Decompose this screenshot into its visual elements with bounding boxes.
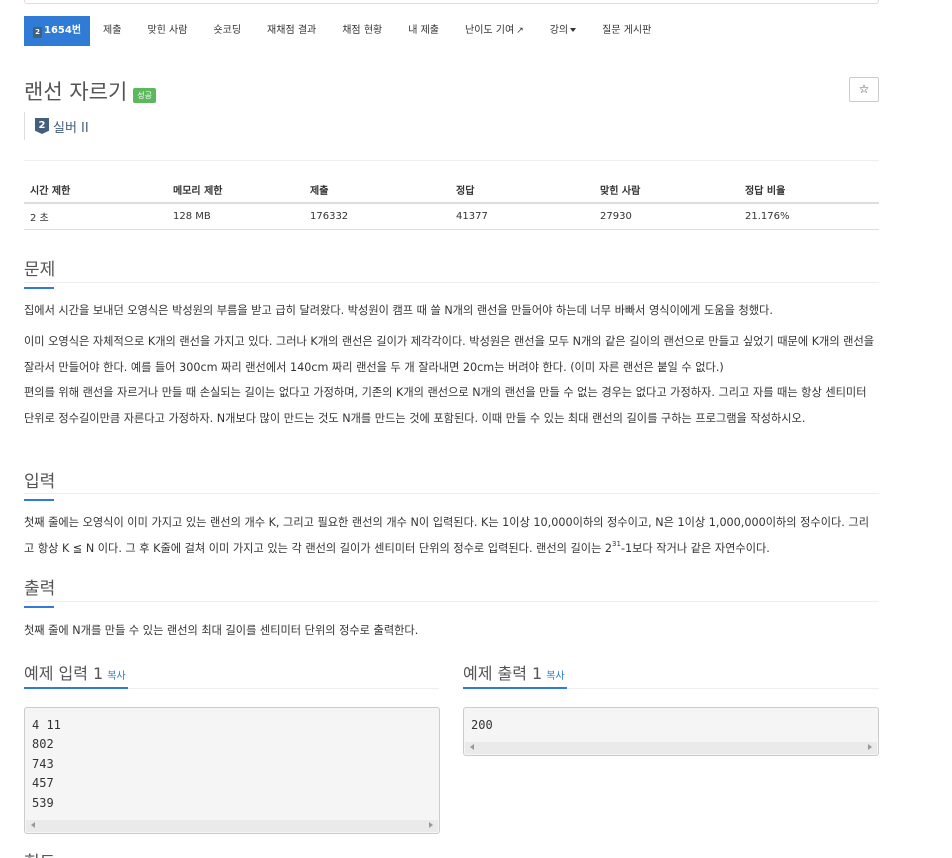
section-underline <box>24 287 54 289</box>
problem-menu: 2 1654번 제출 맞힌 사람 숏코딩 재채점 결과 채점 현황 내 제출 난이… <box>24 16 879 46</box>
table-header-row: 시간 제한 메모리 제한 제출 정답 맞힌 사람 정답 비율 <box>24 176 879 204</box>
problem-header: 랜선 자르기 성공 <box>24 76 157 106</box>
nav-problem-number[interactable]: 2 1654번 <box>24 16 91 46</box>
description-paragraph-1: 집에서 시간을 보내던 오영식은 박성원의 부름을 받고 급히 달려왔다. 박성… <box>24 304 773 317</box>
horizontal-scrollbar[interactable] <box>465 742 877 754</box>
nav-short-coding[interactable]: 숏코딩 <box>200 16 254 46</box>
sample-input-line: 743 <box>32 756 54 771</box>
sample-output-line: 200 <box>471 718 493 732</box>
sample-input-title-label: 예제 입력 1 <box>24 664 104 683</box>
status-badge: 성공 <box>133 87 157 103</box>
section-underline <box>463 687 567 689</box>
sample-input-box[interactable]: 4 11 802 743 457 539 <box>24 707 440 834</box>
external-link-icon: ↗ <box>516 26 524 36</box>
section-title-output: 출력 <box>24 574 56 608</box>
nav-rejudge-result[interactable]: 재채점 결과 <box>254 16 329 46</box>
description-paragraph-3: 편의를 위해 랜선을 자르거나 만들 때 손실되는 길이는 없다고 가정하며, … <box>24 386 867 425</box>
input-exponent: 31 <box>612 540 621 548</box>
nav-difficulty-contribution[interactable]: 난이도 기여 ↗ <box>452 16 537 46</box>
section-title-description: 문제 <box>24 255 56 289</box>
caret-down-icon <box>570 28 577 32</box>
th-submissions: 제출 <box>304 176 450 204</box>
section-title-input-label: 입력 <box>24 472 56 492</box>
scroll-right-icon[interactable] <box>429 822 433 828</box>
input-description: 첫째 줄에는 오영식이 이미 가지고 있는 랜선의 개수 K, 그리고 필요한 … <box>24 510 879 562</box>
sample-output-title: 예제 출력 1 복사 <box>463 660 565 684</box>
tier-text[interactable]: 실버 II <box>53 117 89 136</box>
top-border <box>24 0 879 4</box>
sample-input-lines: 4 11 802 743 457 539 <box>25 708 439 813</box>
divider <box>24 160 879 161</box>
output-description: 첫째 줄에 N개를 만들 수 있는 랜선의 최대 길이를 센티미터 단위의 정수… <box>24 624 419 637</box>
scroll-left-icon[interactable] <box>31 822 35 828</box>
nav-my-submissions[interactable]: 내 제출 <box>395 16 452 46</box>
nav-solved-users[interactable]: 맞힌 사람 <box>134 16 200 46</box>
input-text-end: -1보다 작거나 같은 자연수이다. <box>620 542 770 555</box>
description-paragraph-2: 이미 오영식은 자체적으로 K개의 랜선을 가지고 있다. 그러나 K개의 랜선… <box>24 335 875 374</box>
section-underline <box>24 606 54 608</box>
sample-input-title: 예제 입력 1 복사 <box>24 660 126 684</box>
page-title: 랜선 자르기 <box>24 80 128 104</box>
sample-input-line: 4 11 <box>32 718 61 732</box>
nav-submit[interactable]: 제출 <box>90 16 134 46</box>
td-time-limit: 2 초 <box>24 203 167 230</box>
copy-input-button[interactable]: 복사 <box>107 671 125 682</box>
sample-output-box[interactable]: 200 <box>463 707 879 756</box>
tier-icon: 2 <box>33 27 42 38</box>
horizontal-scrollbar[interactable] <box>26 820 438 832</box>
sample-output-lines: 200 <box>464 708 878 735</box>
th-time-limit: 시간 제한 <box>24 176 167 204</box>
td-accept-ratio: 21.176% <box>739 203 879 230</box>
section-title-output-label: 출력 <box>24 579 56 599</box>
nav-problem-number-label: 1654번 <box>44 25 82 36</box>
td-submissions: 176332 <box>304 203 450 230</box>
sample-input-line: 539 <box>32 795 54 810</box>
nav-difficulty-label: 난이도 기여 <box>465 25 515 36</box>
tier-shield-icon: 2 <box>35 118 49 134</box>
th-accepted: 정답 <box>450 176 594 204</box>
nav-status[interactable]: 채점 현황 <box>329 16 395 46</box>
section-divider <box>24 282 879 283</box>
td-memory-limit: 128 MB <box>167 203 304 230</box>
copy-output-button[interactable]: 복사 <box>546 671 564 682</box>
section-title-input: 입력 <box>24 467 56 501</box>
section-divider <box>24 601 879 602</box>
section-underline <box>24 499 54 501</box>
td-solved-users: 27930 <box>594 203 739 230</box>
sample-output-title-label: 예제 출력 1 <box>463 664 543 683</box>
table-row: 2 초 128 MB 176332 41377 27930 21.176% <box>24 203 879 230</box>
section-underline <box>24 687 128 689</box>
th-solved-users: 맞힌 사람 <box>594 176 739 204</box>
section-title-hint: 힌트 <box>24 848 55 858</box>
sample-input-line: 802 <box>32 737 54 752</box>
nav-lecture-dropdown[interactable]: 강의 <box>537 16 589 46</box>
scroll-right-icon[interactable] <box>868 744 872 750</box>
nav-lecture-label: 강의 <box>549 25 569 36</box>
problem-info-table: 시간 제한 메모리 제한 제출 정답 맞힌 사람 정답 비율 2 초 128 M… <box>24 176 879 230</box>
nav-qna-board[interactable]: 질문 게시판 <box>589 16 664 46</box>
td-accepted: 41377 <box>450 203 594 230</box>
section-divider <box>24 493 879 494</box>
sample-input-line: 457 <box>32 776 54 791</box>
section-title-description-label: 문제 <box>24 260 56 280</box>
th-memory-limit: 메모리 제한 <box>167 176 304 204</box>
scroll-left-icon[interactable] <box>470 744 474 750</box>
th-accept-ratio: 정답 비율 <box>739 176 879 204</box>
favorite-star-button[interactable]: ☆ <box>849 77 879 102</box>
tier-label: 2 실버 II <box>24 112 89 140</box>
